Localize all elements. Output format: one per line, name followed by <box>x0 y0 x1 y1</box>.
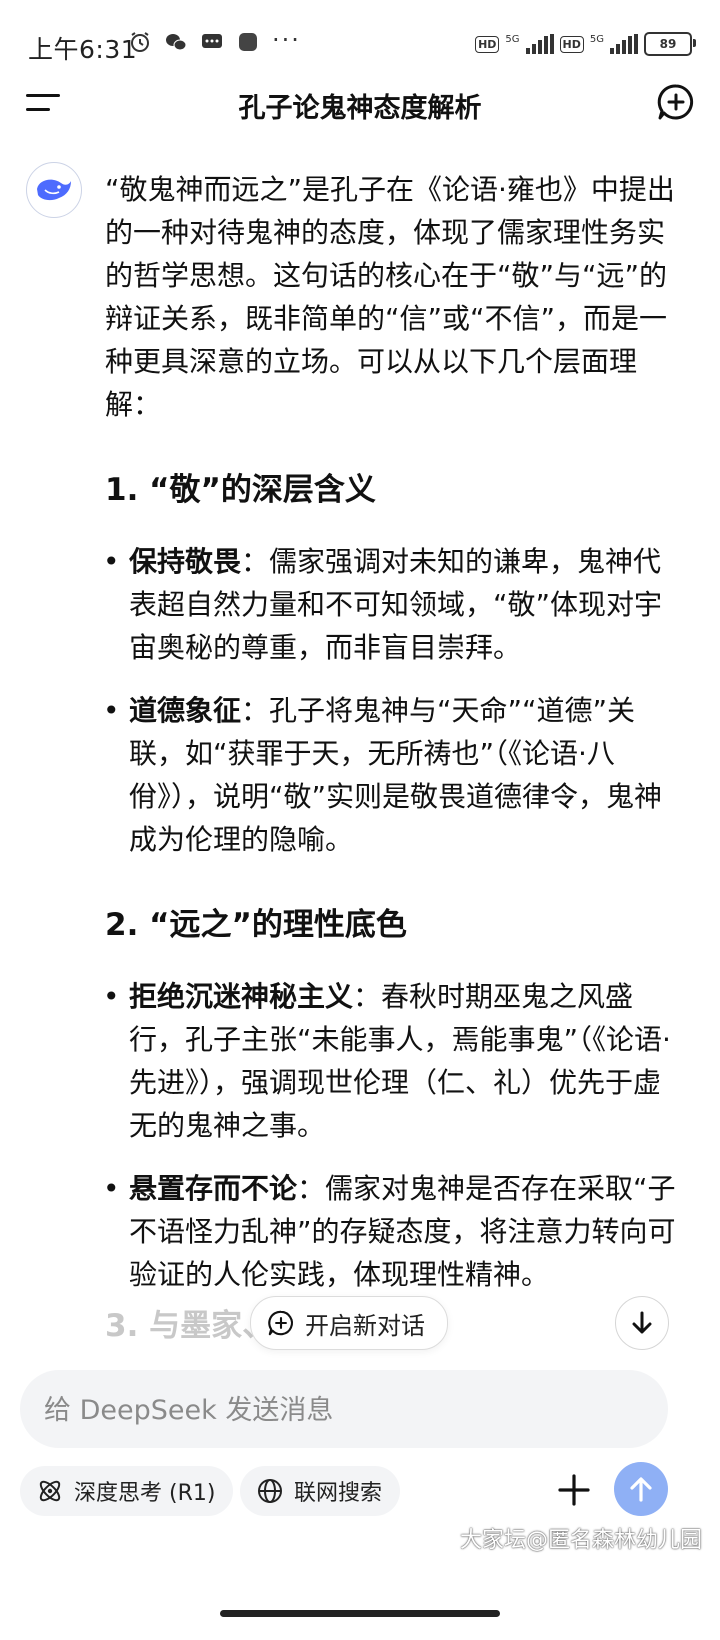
list-item: 保持敬畏：儒家强调对未知的谦卑，鬼神代表超自然力量和不可知领域，“敬”体现对宇宙… <box>103 540 685 669</box>
message-input[interactable] <box>42 1388 646 1432</box>
section-heading-1: 1. “敬”的深层含义 <box>105 472 376 508</box>
list-item: 拒绝沉迷神秘主义：春秋时期巫鬼之风盛行，孔子主张“未能事人，焉能事鬼”（《论语·… <box>103 975 685 1147</box>
more-notifications-icon: ··· <box>272 26 301 54</box>
web-search-label: 联网搜索 <box>294 1481 383 1506</box>
signal-5g-label: 5G <box>505 33 520 45</box>
new-chat-button[interactable]: 开启新对话 <box>250 1296 448 1350</box>
bullet-term: 道德象征 <box>129 694 242 727</box>
web-search-toggle[interactable]: 联网搜索 <box>240 1466 401 1516</box>
bullet-term: 拒绝沉迷神秘主义 <box>129 980 354 1013</box>
signal-icon <box>525 34 554 54</box>
status-time: 上午6:31 <box>28 35 138 64</box>
watermark: 大家坛@匿名森林幼儿园 <box>459 1528 702 1553</box>
page-title: 孔子论鬼神态度解析 <box>238 93 482 124</box>
new-chat-icon[interactable] <box>656 82 696 122</box>
assistant-message: “敬鬼神而远之”是孔子在《论语·雍也》中提出的一种对待鬼神的态度，体现了儒家理性… <box>103 168 685 1316</box>
signal-icon-2 <box>610 34 638 54</box>
list-item: 悬置存而不论：儒家对鬼神是否存在采取“子不语怪力乱神”的存疑态度，将注意力转向可… <box>103 1167 685 1296</box>
message-icon <box>202 34 222 48</box>
deep-think-label: 深度思考 (R1) <box>74 1481 216 1506</box>
notification-icons <box>128 30 260 54</box>
wechat-icon <box>166 34 187 51</box>
atom-icon <box>39 1480 61 1502</box>
bullet-term: 保持敬畏 <box>129 545 242 578</box>
arrow-up-icon <box>630 1477 652 1502</box>
top-bar: 孔子论鬼神态度解析 <box>0 70 720 136</box>
intro-paragraph: “敬鬼神而远之”是孔子在《论语·雍也》中提出的一种对待鬼神的态度，体现了儒家理性… <box>105 173 675 421</box>
arrow-down-icon <box>632 1311 652 1334</box>
scroll-to-bottom-button[interactable] <box>615 1296 669 1350</box>
bullet-term: 悬置存而不论 <box>129 1172 298 1205</box>
battery-indicator: 89 <box>644 32 696 56</box>
new-chat-label: 开启新对话 <box>305 1311 425 1340</box>
signal-5g-label-2: 5G <box>589 33 604 45</box>
alarm-icon <box>131 32 149 52</box>
attach-plus-icon[interactable] <box>552 1468 596 1512</box>
system-icons: HD 5G HD 5G 89 <box>475 32 696 56</box>
hd-badge: HD <box>475 35 500 53</box>
deep-think-toggle[interactable]: 深度思考 (R1) <box>20 1466 234 1516</box>
home-indicator[interactable] <box>220 1610 500 1617</box>
send-button[interactable] <box>614 1462 668 1516</box>
new-chat-icon <box>268 1310 293 1336</box>
list-item: 道德象征：孔子将鬼神与“天命”“道德”关联，如“获罪于天，无所祷也”（《论语·八… <box>103 689 685 861</box>
section-heading-3-partial: 3. 与墨家、 <box>105 1308 274 1344</box>
app-icon <box>239 33 257 51</box>
hd-badge-2: HD <box>559 35 584 53</box>
globe-icon <box>258 1479 282 1503</box>
section-heading-2: 2. “远之”的理性底色 <box>105 907 407 943</box>
message-input-container <box>20 1370 668 1448</box>
whale-logo-icon <box>37 179 71 201</box>
deepseek-avatar <box>26 162 82 218</box>
